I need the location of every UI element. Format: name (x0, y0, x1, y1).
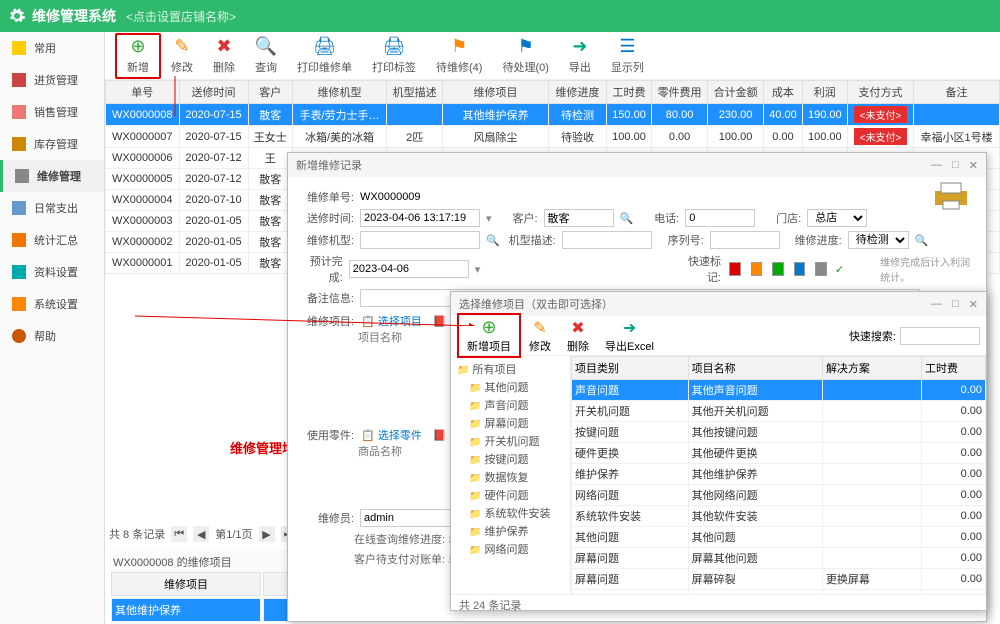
dialog1-min-icon[interactable]: — (931, 159, 942, 172)
mark-check[interactable]: ✓ (835, 263, 844, 276)
d2-edit-button[interactable]: ✎修改 (521, 316, 559, 356)
toolbar-8[interactable]: ➜导出 (559, 35, 601, 77)
repair-no: WX0000009 (360, 191, 421, 203)
sidebar-item-repair[interactable]: 维修管理 (0, 160, 104, 192)
dialog2-min-icon[interactable]: — (931, 298, 942, 311)
desc-input[interactable] (562, 231, 652, 249)
printer-icon (931, 181, 971, 211)
toolbar-5[interactable]: 🖨打印标签 (362, 35, 426, 77)
model-input[interactable] (360, 231, 480, 249)
toolbar-9[interactable]: ☰显示列 (601, 35, 654, 77)
toolbar: ⊕新增✎修改✖删除🔍查询🖨打印维修单🖨打印标签⚑待维修(4)⚑待处理(0)➜导出… (105, 32, 1000, 80)
shop-name-hint[interactable]: <点击设置店铺名称> (126, 8, 236, 25)
project-grid[interactable]: 项目类别项目名称解决方案工时费声音问题其他声音问题0.00开关机问题其他开关机问… (571, 356, 986, 594)
d2-add-button[interactable]: ⊕新增项目 (457, 313, 521, 358)
pager-prev[interactable]: ◀ (193, 526, 209, 542)
dialog1-max-icon[interactable]: □ (952, 159, 959, 172)
dialog-select-project: 选择维修项目（双击即可选择） — □ ✕ ⊕新增项目 ✎修改 ✖删除 ➜导出Exce… (450, 291, 987, 611)
sidebar-item-expense[interactable]: 日常支出 (0, 192, 104, 224)
toolbar-2[interactable]: ✖删除 (203, 35, 245, 77)
serial-input[interactable] (710, 231, 780, 249)
pager: 共 8 条记录 ⏮ ◀ 第1/1页 ▶ ⏭ (109, 526, 297, 542)
toolbar-7[interactable]: ⚑待处理(0) (492, 35, 558, 77)
toolbar-6[interactable]: ⚑待维修(4) (426, 35, 492, 77)
mark-red[interactable] (729, 262, 741, 276)
dialog1-close-icon[interactable]: ✕ (969, 159, 978, 172)
due-input[interactable] (349, 260, 469, 278)
gear-icon (8, 7, 26, 25)
customer-input[interactable] (544, 209, 614, 227)
mark-green[interactable] (772, 262, 784, 276)
select-part-link[interactable]: 📋 选择零件 (361, 430, 422, 442)
dialog1-title: 新增维修记录 (296, 157, 362, 173)
sidebar-item-stock[interactable]: 库存管理 (0, 128, 104, 160)
sidebar-item-help[interactable]: 帮助 (0, 320, 104, 352)
app-title: 维修管理系统 (32, 6, 116, 26)
store-select[interactable]: 总店 (807, 209, 867, 227)
select-project-link[interactable]: 📋 选择项目 (361, 316, 422, 328)
d2-export-button[interactable]: ➜导出Excel (597, 316, 662, 356)
toolbar-1[interactable]: ✎修改 (161, 35, 203, 77)
sidebar-item-stats[interactable]: 统计汇总 (0, 224, 104, 256)
toolbar-4[interactable]: 🖨打印维修单 (287, 35, 362, 77)
sidebar-item-data[interactable]: 资料设置 (0, 256, 104, 288)
time-input[interactable] (360, 209, 480, 227)
d2-footer: 共 24 条记录 (451, 594, 986, 614)
toolbar-0[interactable]: ⊕新增 (115, 33, 161, 79)
progress-select[interactable]: 待检测 (848, 231, 909, 249)
dialog2-title: 选择维修项目（双击即可选择） (459, 296, 613, 312)
sidebar: 常用 进货管理 销售管理 库存管理 维修管理 日常支出 统计汇总 资料设置 系统… (0, 32, 105, 624)
dialog2-close-icon[interactable]: ✕ (969, 298, 978, 311)
mark-orange[interactable] (751, 262, 763, 276)
sidebar-item-system[interactable]: 系统设置 (0, 288, 104, 320)
category-tree[interactable]: 所有项目其他问题声音问题屏幕问题开关机问题按键问题数据恢复硬件问题系统软件安装维… (451, 356, 571, 594)
d2-search-input[interactable] (900, 327, 980, 345)
app-header: 维修管理系统 <点击设置店铺名称> (0, 0, 1000, 32)
sidebar-item-common[interactable]: 常用 (0, 32, 104, 64)
toolbar-3[interactable]: 🔍查询 (245, 35, 287, 77)
sidebar-item-sales[interactable]: 销售管理 (0, 96, 104, 128)
pager-first[interactable]: ⏮ (171, 526, 187, 542)
dialog2-max-icon[interactable]: □ (952, 298, 959, 311)
phone-input[interactable] (685, 209, 755, 227)
d2-delete-button[interactable]: ✖删除 (559, 316, 597, 356)
pager-next[interactable]: ▶ (259, 526, 275, 542)
mark-blue[interactable] (794, 262, 806, 276)
sidebar-item-purchase[interactable]: 进货管理 (0, 64, 104, 96)
mark-gray[interactable] (815, 262, 827, 276)
